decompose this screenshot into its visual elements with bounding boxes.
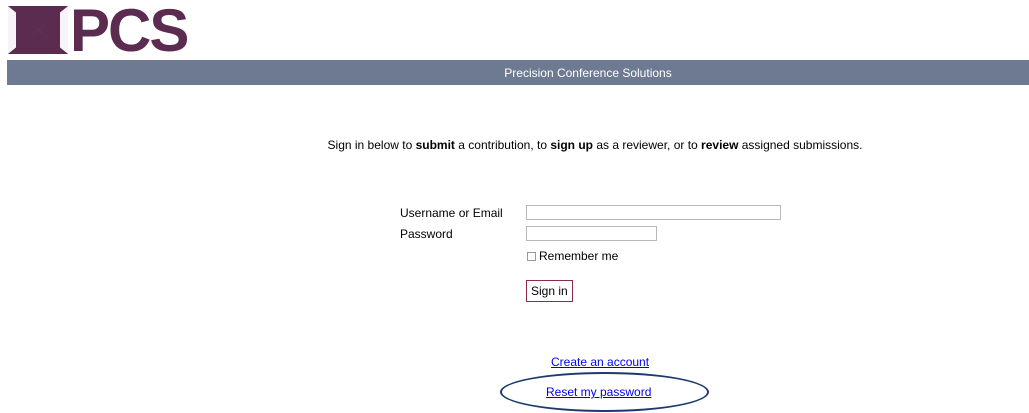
- username-field[interactable]: [526, 205, 781, 220]
- password-label: Password: [400, 227, 453, 241]
- username-label: Username or Email: [400, 206, 503, 220]
- intro-emphasis-sign-up: sign up: [550, 138, 593, 152]
- create-account-link[interactable]: Create an account: [551, 355, 649, 369]
- intro-text-part: assigned submissions.: [738, 138, 863, 152]
- pcs-star-icon: [8, 6, 68, 54]
- sign-in-button[interactable]: Sign in: [526, 280, 573, 302]
- intro-text-part: a contribution, to: [454, 138, 551, 152]
- intro-text-part: Sign in below to: [327, 138, 416, 152]
- remember-me-option[interactable]: Remember me: [527, 249, 618, 263]
- intro-emphasis-review: review: [701, 138, 739, 152]
- reset-password-link[interactable]: Reset my password: [546, 385, 651, 399]
- password-field[interactable]: [526, 226, 657, 241]
- header-banner: Precision Conference Solutions: [7, 60, 1029, 85]
- pcs-logo: PCS: [8, 0, 189, 64]
- intro-emphasis-submit: submit: [415, 138, 455, 152]
- remember-me-checkbox[interactable]: [527, 251, 536, 261]
- intro-text: Sign in below to submit a contribution, …: [0, 138, 1029, 152]
- banner-title: Precision Conference Solutions: [504, 65, 672, 80]
- logo-text: PCS: [70, 0, 189, 64]
- intro-text-part: as a reviewer, or to: [593, 138, 702, 152]
- remember-me-label: Remember me: [539, 249, 619, 263]
